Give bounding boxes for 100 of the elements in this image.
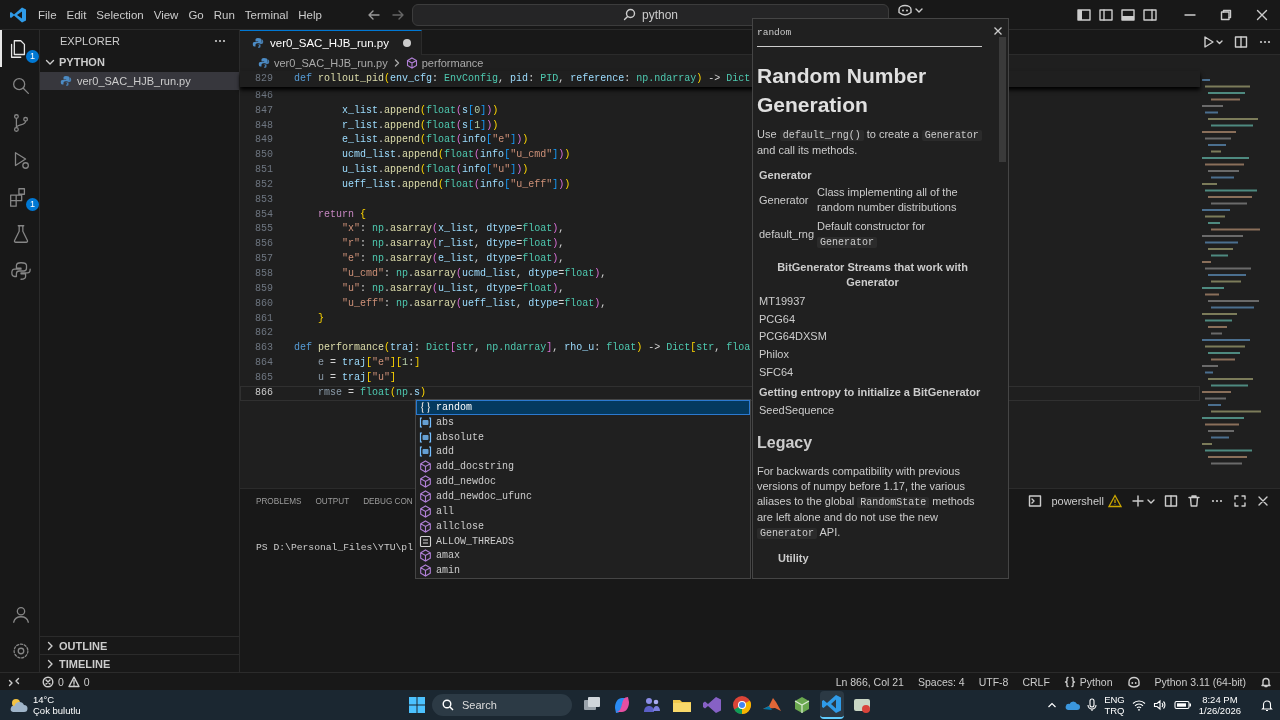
panel-tab[interactable]: DEBUG CON — [363, 489, 413, 513]
copilot-icon[interactable] — [1126, 675, 1141, 688]
panel-tab[interactable]: PROBLEMS — [256, 489, 302, 513]
cube-icon — [419, 564, 432, 578]
close-icon[interactable] — [1256, 8, 1268, 21]
suggestion-item[interactable]: add — [416, 444, 750, 460]
editor-tab[interactable]: ver0_SAC_HJB_run.py — [240, 30, 422, 55]
panel-bottom-icon[interactable] — [1120, 6, 1136, 23]
suggestion-item[interactable]: add_newdoc_ufunc — [416, 489, 750, 504]
folder-header[interactable]: PYTHON — [40, 52, 239, 72]
breadcrumb-item[interactable]: performance — [405, 57, 484, 69]
menu-item[interactable]: Selection — [91, 5, 149, 24]
bell-icon[interactable] — [1260, 698, 1274, 712]
sidebar-right-icon[interactable] — [1142, 6, 1158, 23]
close-icon[interactable] — [993, 26, 1003, 36]
panel-left-icon[interactable] — [1098, 6, 1114, 23]
suggestion-item[interactable]: add_newdoc — [416, 474, 750, 490]
maximize-icon[interactable] — [1233, 494, 1247, 508]
status-item[interactable]: UTF-8 — [978, 675, 1009, 688]
line-number: 864 — [254, 356, 273, 371]
wifi-icon[interactable] — [1131, 699, 1146, 711]
hover-title: random — [757, 23, 982, 47]
temperature: 14°C — [33, 694, 56, 705]
error-count[interactable]: 0 — [58, 675, 64, 688]
panel-tab[interactable]: OUTPUT — [315, 489, 350, 513]
section-header[interactable]: OUTLINE — [40, 636, 239, 654]
suggestion-item[interactable]: abs — [416, 414, 750, 430]
code-line: ueff_list.append(float(info["u_eff"])) — [341, 177, 571, 192]
menu-item[interactable]: Help — [293, 5, 327, 24]
table-cell: SFC64 — [759, 365, 794, 378]
suggestion-item[interactable]: add_docstring — [416, 459, 750, 475]
remote-icon[interactable] — [8, 675, 20, 688]
plus-icon[interactable] — [1131, 494, 1145, 508]
bell-icon[interactable] — [1260, 675, 1272, 688]
code-line: "u_eff": np.asarray(ueff_list, dtype=float), — [341, 296, 607, 311]
chevron-up-icon[interactable] — [1047, 700, 1058, 710]
cube-icon — [419, 549, 432, 563]
suggestion-item[interactable]: random — [416, 400, 750, 415]
caret-icon[interactable] — [915, 6, 923, 14]
warning-count[interactable]: 0 — [83, 675, 90, 688]
command-center[interactable]: python — [412, 3, 889, 26]
error-icon[interactable] — [42, 675, 54, 688]
menu-item[interactable]: File — [33, 5, 62, 24]
line-number: 863 — [254, 341, 273, 356]
suggestion-item[interactable]: ALLOW_THREADS — [416, 533, 750, 549]
caret-icon[interactable] — [1147, 497, 1155, 505]
suggestion-item[interactable]: amax — [416, 548, 750, 564]
run-icon[interactable] — [1202, 35, 1224, 49]
status-item[interactable]: Spaces: 4 — [917, 675, 965, 688]
menu-item[interactable]: Go — [183, 5, 209, 24]
variable-icon — [419, 415, 432, 429]
breadcrumb-item[interactable]: ver0_SAC_HJB_run.py — [258, 57, 388, 69]
line-number: 852 — [254, 177, 273, 192]
python-file-icon — [252, 37, 264, 49]
microphone-icon[interactable] — [1087, 698, 1098, 712]
terminal-icon[interactable] — [1028, 494, 1043, 508]
variable-icon — [419, 445, 432, 459]
line-number: 856 — [254, 237, 273, 252]
status-item[interactable]: CRLF — [1022, 675, 1050, 688]
clock-time[interactable]: 8:24 PM — [1198, 694, 1241, 705]
bowtie-icon[interactable] — [701, 694, 723, 716]
code-editor-icon[interactable] — [821, 693, 843, 715]
tree-item[interactable]: ver0_SAC_HJB_run.py — [40, 72, 239, 90]
suggestion-item[interactable]: amin — [416, 563, 750, 579]
suggestion-item[interactable]: allclose — [416, 518, 750, 534]
close-icon[interactable] — [1256, 494, 1270, 508]
clock-date[interactable]: 1/26/2026 — [1198, 705, 1241, 716]
doc-paragraph: Use default_rng() to create a Generator and call its methods. — [757, 127, 988, 158]
menu-item[interactable]: Terminal — [239, 5, 294, 24]
browser-icon[interactable] — [731, 694, 753, 716]
python-icon[interactable] — [9, 259, 32, 282]
windows-logo-icon[interactable] — [408, 696, 426, 714]
suggestion-item[interactable]: absolute — [416, 429, 750, 445]
restore-icon[interactable] — [1220, 8, 1232, 21]
interpreter-version[interactable]: Python 3.11 (64-bit) — [1154, 675, 1246, 688]
menu-item[interactable]: View — [148, 5, 184, 24]
speaker-icon[interactable] — [1152, 699, 1167, 711]
sidebar-left-icon[interactable] — [1076, 6, 1092, 23]
cloud-icon[interactable] — [1064, 699, 1081, 711]
menu-item[interactable]: Edit — [61, 5, 92, 24]
braces-icon — [419, 400, 432, 414]
status-item[interactable]: Ln 866, Col 21 — [835, 675, 904, 688]
split-icon[interactable] — [1164, 494, 1178, 508]
terminal-name[interactable]: powershell — [1051, 495, 1104, 507]
warning-icon[interactable] — [67, 675, 80, 688]
split-editor-icon[interactable] — [1234, 35, 1248, 49]
table-cell-text: default_rng — [759, 227, 816, 242]
code-line: e_list.append(float(info["e"])) — [341, 133, 529, 148]
menu-item[interactable]: Run — [208, 5, 240, 24]
trash-icon[interactable] — [1187, 494, 1201, 508]
language-mode[interactable]: Python — [1079, 675, 1113, 688]
suggestion-item[interactable]: all — [416, 503, 750, 519]
copilot-icon[interactable] — [897, 4, 913, 16]
weather-icon — [8, 696, 28, 714]
scrollbar-thumb[interactable] — [999, 37, 1006, 162]
input-language[interactable]: ENG — [1104, 694, 1125, 705]
battery-icon[interactable] — [1173, 700, 1192, 710]
search-field[interactable]: Search — [432, 694, 572, 716]
constant-icon — [419, 534, 432, 548]
input-language[interactable]: TRQ — [1104, 705, 1125, 716]
